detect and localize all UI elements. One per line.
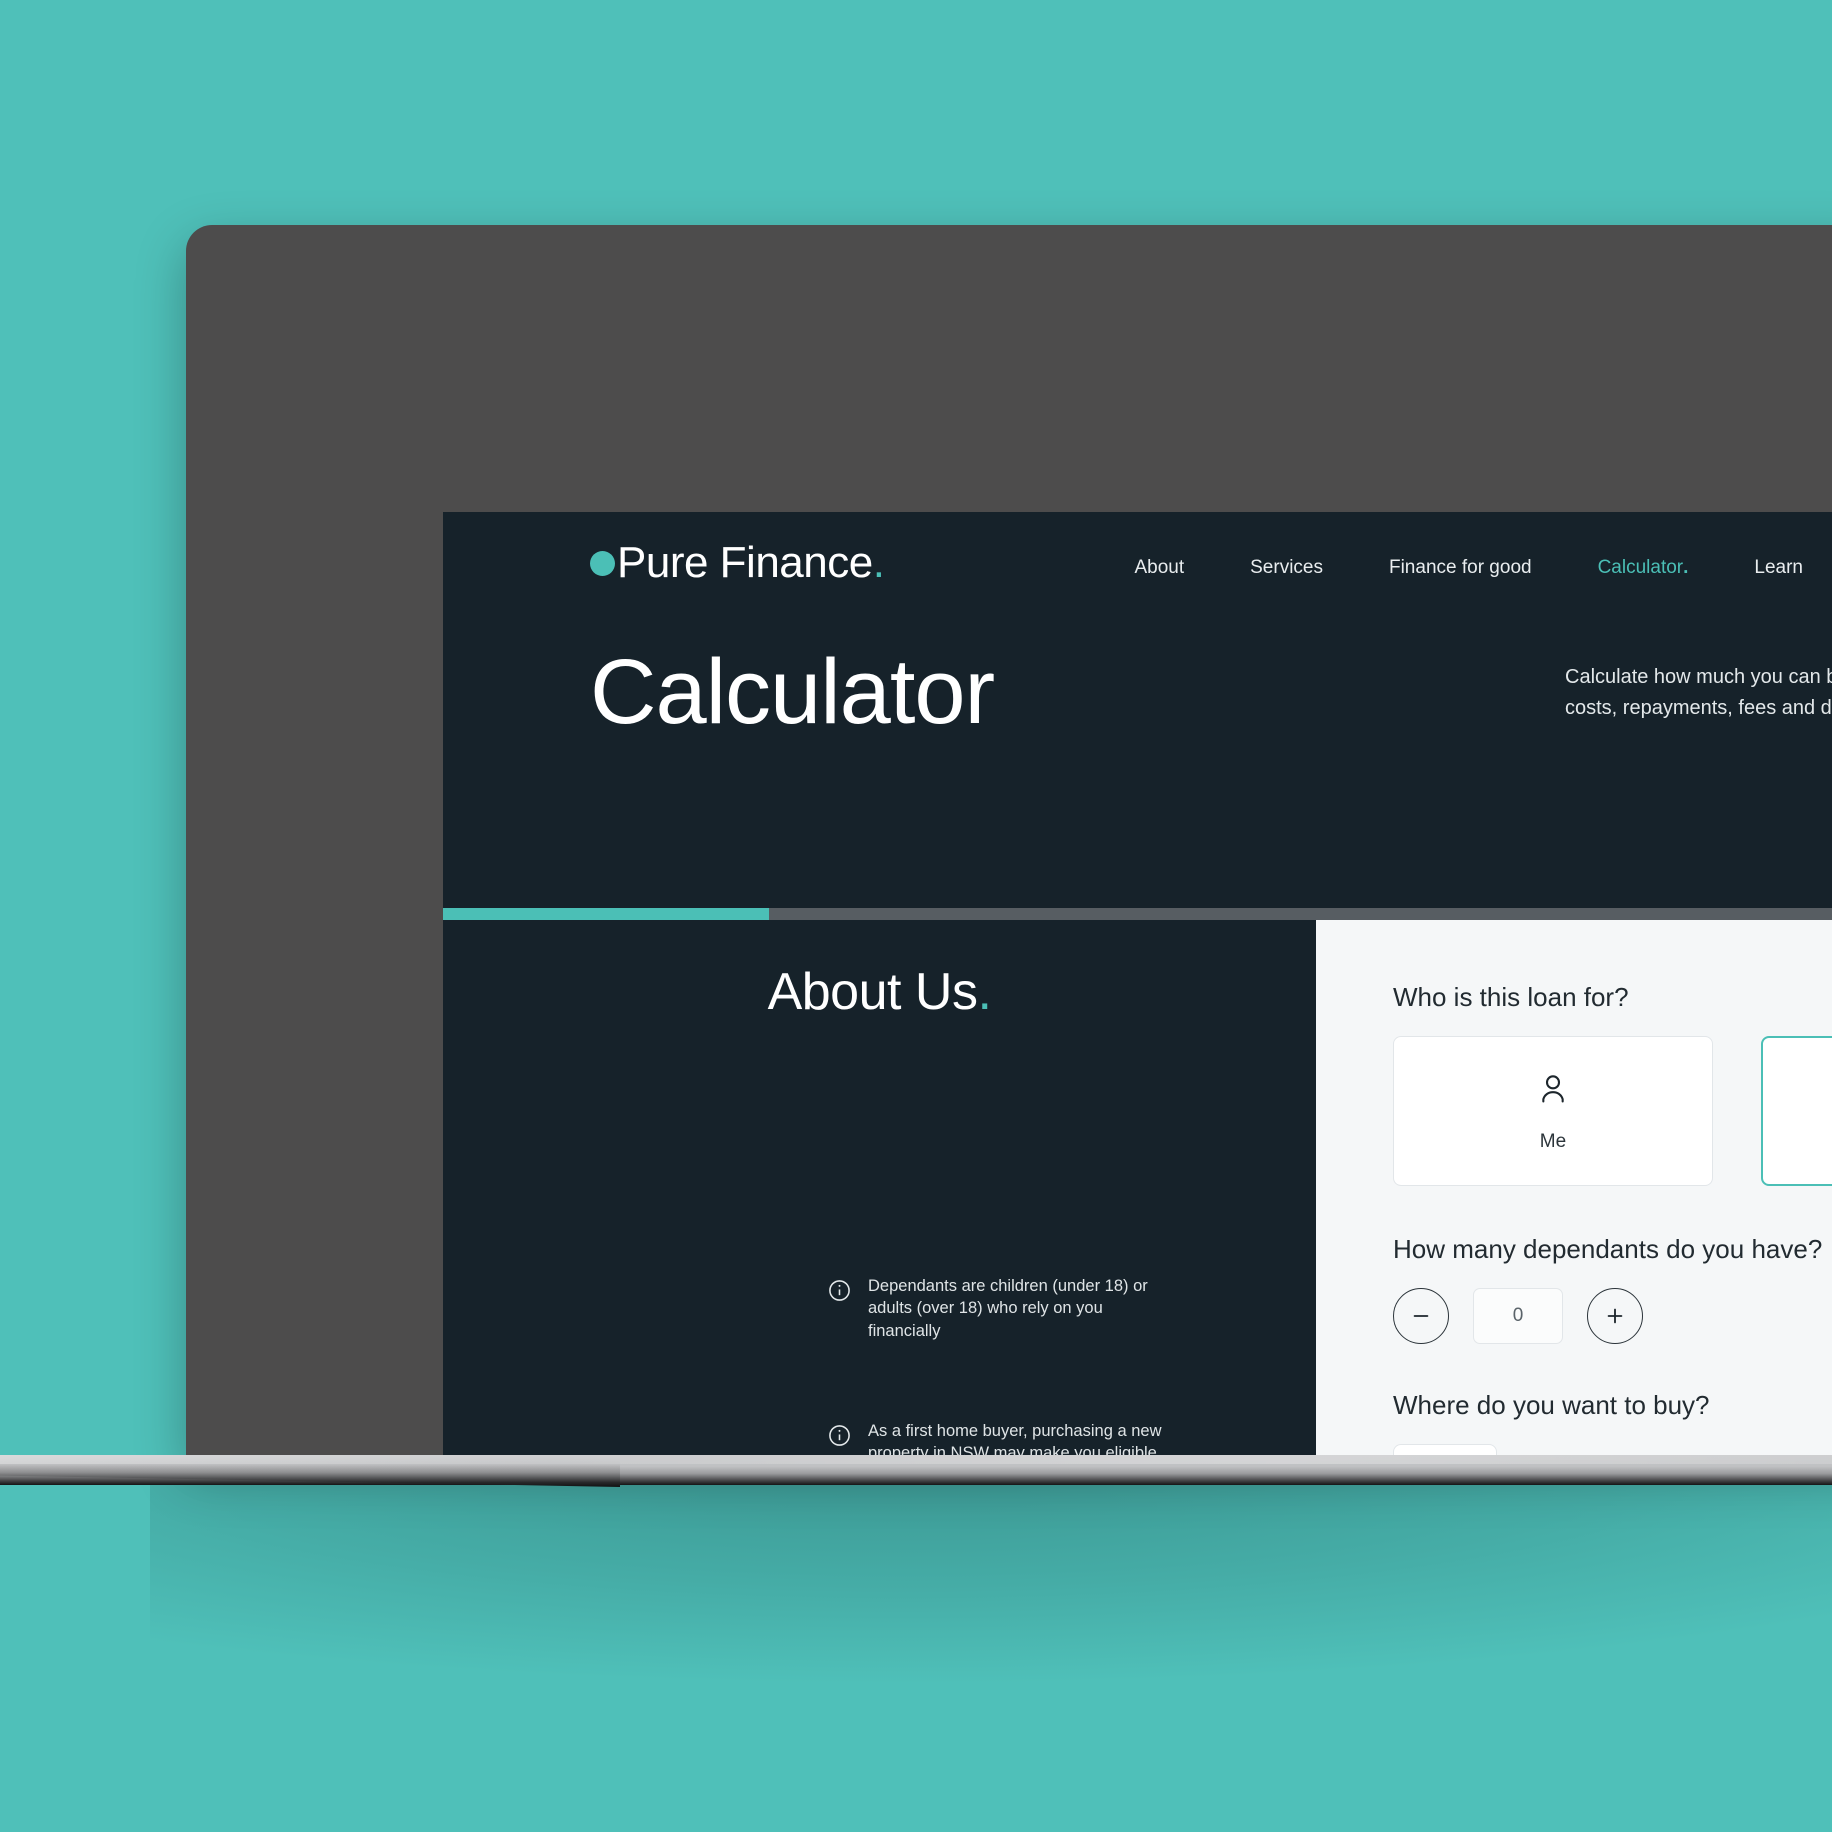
- tip-body: As a first home buyer, purchasing a new …: [868, 1420, 1167, 1458]
- nav-label: Learn: [1754, 557, 1804, 578]
- brand-circle-icon: [590, 550, 615, 576]
- laptop-drop-shadow: [150, 1455, 1832, 1832]
- browser-screen: Pure Finance . About Services Finance fo…: [443, 512, 1832, 1458]
- hero-section: Calculator Calculate how much you can bo…: [443, 616, 1832, 908]
- content-split: About Us. Dependants are children (under…: [443, 920, 1832, 1458]
- info-icon: [827, 1423, 852, 1448]
- about-heading-text: About Us: [767, 963, 978, 1021]
- site-header: Pure Finance . About Services Finance fo…: [443, 512, 1832, 616]
- nav-item-about[interactable]: About: [1101, 557, 1217, 579]
- form-container: Who is this loan for? Me How many depend…: [1316, 920, 1832, 1458]
- nav-item-learn[interactable]: Learn: [1721, 557, 1832, 579]
- progress-bar-fill: [443, 908, 769, 920]
- nav-label: Services: [1250, 557, 1323, 578]
- about-heading: About Us.: [443, 962, 1316, 1022]
- tip-text: As a first home buyer, purchasing a new …: [868, 1421, 1162, 1458]
- scene: Pure Finance . About Services Finance fo…: [0, 0, 1832, 1832]
- dependants-stepper: 0: [1393, 1288, 1832, 1344]
- tips-list: Dependants are children (under 18) or ad…: [827, 1275, 1167, 1458]
- progress-bar-track: [443, 908, 1832, 920]
- info-icon: [827, 1278, 852, 1303]
- brand-period: .: [872, 538, 885, 587]
- location-question-label: Where do you want to buy?: [1393, 1390, 1710, 1420]
- laptop-lid: Pure Finance . About Services Finance fo…: [186, 225, 1832, 1458]
- brand-logo[interactable]: Pure Finance .: [590, 538, 885, 588]
- tip-text: Dependants are children (under 18) or ad…: [868, 1277, 1148, 1340]
- who-option-label: Me: [1539, 1131, 1567, 1152]
- about-panel: About Us. Dependants are children (under…: [443, 920, 1316, 1458]
- laptop-base-highlight: [0, 1455, 1832, 1464]
- who-question-label: Who is this loan for?: [1393, 982, 1629, 1012]
- nav-item-finance-for-good[interactable]: Finance for good: [1356, 557, 1565, 579]
- single-person-icon: [1533, 1069, 1573, 1114]
- active-dot-icon: .: [1683, 557, 1689, 578]
- brand-name: Pure Finance: [617, 538, 873, 587]
- decrement-button[interactable]: [1393, 1288, 1449, 1344]
- who-option-me[interactable]: Me: [1393, 1036, 1713, 1186]
- increment-button[interactable]: [1587, 1288, 1643, 1344]
- tip-item: As a first home buyer, purchasing a new …: [827, 1420, 1167, 1458]
- tip-body: Dependants are children (under 18) or ad…: [868, 1275, 1167, 1342]
- who-option-me-and-partner[interactable]: Me & my partner: [1761, 1036, 1832, 1186]
- nav-label: Finance for good: [1388, 557, 1532, 578]
- dependants-value[interactable]: 0: [1473, 1288, 1563, 1344]
- nav-item-services[interactable]: Services: [1217, 557, 1356, 579]
- main-navigation: About Services Finance for good Calculat…: [1101, 540, 1832, 596]
- calculator-form-panel: Who is this loan for? Me How many depend…: [1316, 920, 1832, 1458]
- nav-item-calculator[interactable]: Calculator.: [1565, 557, 1722, 579]
- page-title: Calculator: [590, 641, 995, 743]
- tip-item: Dependants are children (under 18) or ad…: [827, 1275, 1167, 1342]
- about-heading-period: .: [977, 963, 992, 1021]
- dependants-question-label: How many dependants do you have?: [1393, 1234, 1823, 1264]
- nav-label: About: [1134, 557, 1185, 578]
- who-options-group: Me: [1393, 1036, 1832, 1186]
- nav-label: Calculator: [1597, 557, 1684, 578]
- hero-subtitle: Calculate how much you can borrow, your …: [1565, 666, 1832, 719]
